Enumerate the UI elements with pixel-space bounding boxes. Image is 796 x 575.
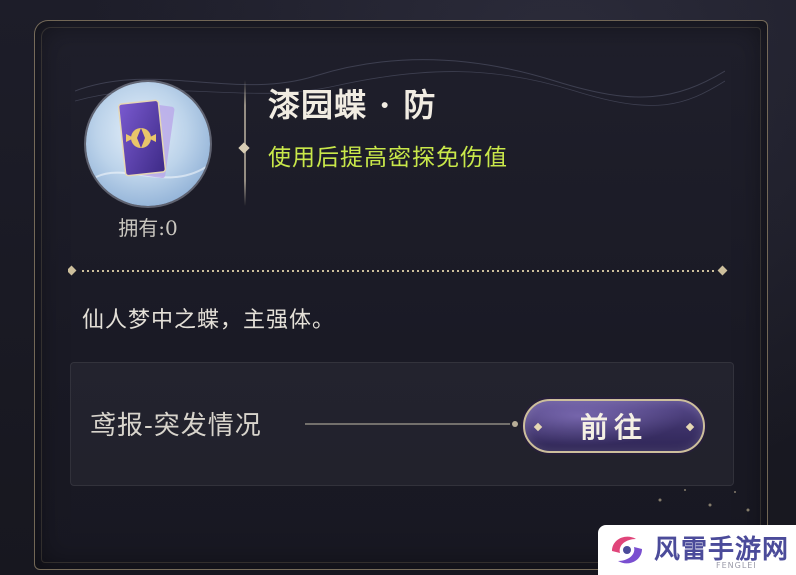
butterfly-card-icon [95,99,207,179]
item-flavor-text: 仙人梦中之蝶，主强体。 [82,308,336,333]
source-connector-line [305,421,518,427]
corner-sparkles-decoration [658,489,750,512]
owned-count: 拥有:0 [118,216,178,240]
item-effect: 使用后提高密探免伤值 [268,145,508,171]
source-label: 鸢报-突发情况 [90,411,262,441]
item-icon-frame [86,82,210,206]
dotted-divider [68,265,728,276]
item-name: 漆园蝶 · 防 [268,86,437,124]
watermark-subtext: FENGLEI [716,561,757,570]
sparkle-icon [533,422,543,432]
watermark-logo-icon [612,536,642,564]
watermark: 风雷手游网 FENGLEI [598,525,796,575]
goto-button-label: 前往 [579,411,648,444]
sparkle-icon [685,422,695,432]
goto-button[interactable]: 前往 [523,399,705,453]
game-screen: 拥有:0 漆园蝶 · 防 使用后提高密探免伤值 仙人梦中之蝶，主强体。 鸢报-突… [0,0,796,575]
